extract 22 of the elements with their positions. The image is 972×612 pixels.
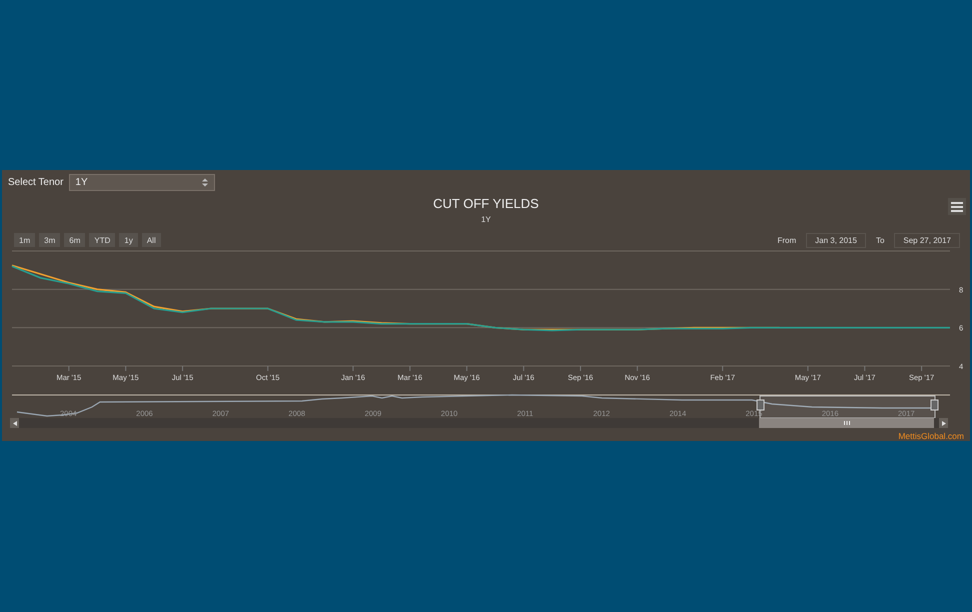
scrollbar-thumb[interactable]: [759, 418, 934, 428]
scroll-right-icon[interactable]: [939, 418, 948, 428]
select-tenor-label: Select Tenor: [8, 177, 64, 188]
to-label: To: [874, 236, 886, 244]
chart-title: CUT OFF YIELDS: [433, 196, 539, 211]
range-button[interactable]: 1y: [119, 233, 138, 247]
from-date-field[interactable]: Jan 3, 2015: [806, 232, 866, 248]
range-button[interactable]: 3m: [39, 233, 60, 247]
range-button[interactable]: All: [142, 233, 161, 247]
updown-icon: [202, 178, 208, 187]
handle-icon[interactable]: [756, 400, 764, 410]
menu-icon[interactable]: [948, 198, 966, 215]
from-label: From: [776, 236, 798, 244]
range-button[interactable]: YTD: [89, 233, 116, 247]
range-button[interactable]: 1m: [14, 233, 36, 247]
credits-link[interactable]: MettisGlobal.com: [898, 431, 964, 441]
handle-icon[interactable]: [930, 400, 938, 410]
chart-subtitle: 1Y: [481, 215, 491, 224]
range-button[interactable]: 6m: [64, 233, 86, 247]
to-date-field[interactable]: Sep 27, 2017: [894, 232, 960, 248]
tenor-select[interactable]: 1Y: [69, 174, 216, 191]
scroll-left-icon[interactable]: [10, 418, 19, 428]
